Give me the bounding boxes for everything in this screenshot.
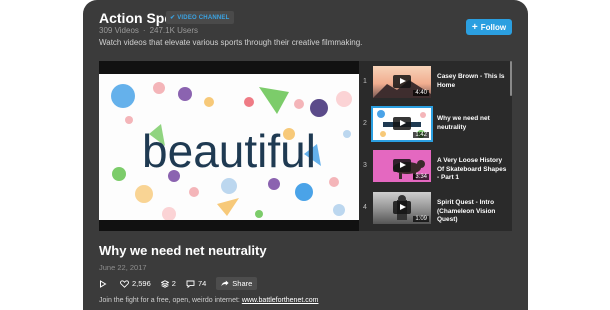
badge-label: VIDEO CHANNEL bbox=[177, 15, 230, 21]
playlist-thumbnail[interactable]: 4:40 bbox=[373, 66, 431, 98]
collections-button[interactable]: 2 bbox=[160, 279, 176, 288]
like-count: 2,596 bbox=[132, 279, 151, 288]
playlist-thumbnail[interactable]: 1:42 bbox=[371, 106, 433, 142]
playlist-number: 1 bbox=[363, 78, 367, 85]
share-label: Share bbox=[232, 279, 253, 288]
video-title[interactable]: Why we need net neutrality bbox=[99, 243, 267, 258]
video-duration: 1:42 bbox=[413, 132, 429, 138]
channel-stats: 309 Videos · 247.1K Users bbox=[99, 26, 198, 35]
video-channel-badge: ✔ VIDEO CHANNEL bbox=[166, 11, 234, 24]
verified-icon: ✔ bbox=[170, 15, 176, 21]
comments-button[interactable]: 74 bbox=[186, 279, 206, 288]
layers-icon bbox=[160, 279, 169, 288]
play-button[interactable] bbox=[99, 279, 110, 288]
video-player[interactable]: beautiful bbox=[99, 61, 359, 231]
channel-description: Watch videos that elevate various sports… bbox=[99, 38, 363, 47]
playlist-item[interactable]: 2 1:42 Why we need net neutrality bbox=[359, 103, 509, 145]
playlist-item[interactable]: 1 4:40 Casey Brown - This Is Home bbox=[359, 61, 509, 103]
share-icon bbox=[221, 280, 229, 287]
follow-button[interactable]: + Follow bbox=[466, 19, 512, 35]
playlist-thumbnail[interactable]: 3:34 bbox=[373, 150, 431, 182]
share-button[interactable]: Share bbox=[216, 277, 258, 290]
playlist-item-title[interactable]: Spirit Quest - Intro (Chameleon Vision Q… bbox=[437, 199, 507, 225]
video-count: 309 Videos bbox=[99, 26, 139, 35]
separator-dot: · bbox=[142, 26, 146, 35]
description-link[interactable]: www.battleforthenet.com bbox=[242, 297, 319, 304]
user-count: 247.1K Users bbox=[149, 26, 199, 35]
video-actions: 2,596 2 74 Share bbox=[99, 277, 258, 290]
frame-word: beautiful bbox=[142, 125, 316, 177]
play-icon bbox=[393, 75, 411, 88]
collections-count: 2 bbox=[171, 279, 176, 288]
description-text: Join the fight for a free, open, weirdo … bbox=[99, 297, 242, 304]
video-frame-art: beautiful bbox=[111, 82, 352, 220]
playlist-item[interactable]: 3 3:34 A Very Loose History Of Skateboar… bbox=[359, 145, 509, 187]
heart-icon bbox=[120, 279, 129, 288]
play-icon bbox=[393, 117, 411, 130]
video-date: June 22, 2017 bbox=[99, 263, 147, 272]
play-outline-icon bbox=[100, 279, 107, 288]
playlist-item-title[interactable]: Casey Brown - This Is Home bbox=[437, 73, 507, 90]
playlist-number: 2 bbox=[363, 120, 367, 127]
playlist-item-title[interactable]: Why we need net neutrality bbox=[437, 115, 507, 132]
video-duration: 1:09 bbox=[413, 216, 429, 222]
comments-count: 74 bbox=[197, 279, 207, 288]
video-frame[interactable]: beautiful bbox=[99, 74, 359, 220]
playlist-item-title[interactable]: A Very Loose History Of Skateboard Shape… bbox=[437, 157, 507, 183]
playlist-item[interactable]: 4 1:09 Spirit Quest - Intro (Chameleon V… bbox=[359, 187, 509, 229]
like-button[interactable]: 2,596 bbox=[120, 279, 151, 288]
comment-icon bbox=[186, 280, 195, 288]
play-icon bbox=[393, 159, 411, 172]
playlist-scrollbar[interactable] bbox=[510, 61, 512, 96]
playlist-thumbnail[interactable]: 1:09 bbox=[373, 192, 431, 224]
video-duration: 4:40 bbox=[413, 90, 429, 96]
playlist-panel: 1 4:40 Casey Brown - This Is Home 2 1:42… bbox=[359, 61, 512, 231]
follow-label: Follow bbox=[480, 22, 507, 32]
playlist-number: 4 bbox=[363, 204, 367, 211]
channel-card: Action Sports ✔ VIDEO CHANNEL 309 Videos ·… bbox=[83, 0, 528, 310]
plus-icon: + bbox=[471, 21, 478, 33]
video-description: Join the fight for a free, open, weirdo … bbox=[99, 297, 318, 304]
play-icon bbox=[393, 201, 411, 214]
video-duration: 3:34 bbox=[413, 174, 429, 180]
playlist-number: 3 bbox=[363, 162, 367, 169]
